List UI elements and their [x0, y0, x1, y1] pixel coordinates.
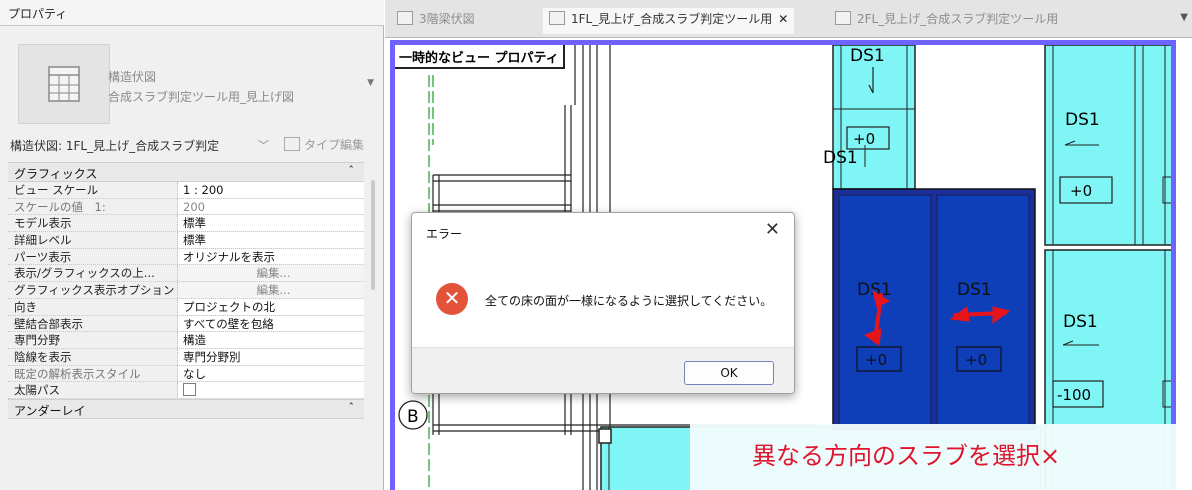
- plan-view-icon: [549, 11, 565, 25]
- tab-overflow-icon[interactable]: ▼: [1180, 12, 1188, 23]
- instance-row: 構造伏図: 1FL_見上げ_合成スラブ判定 ﹀ タイプ編集: [8, 134, 376, 156]
- close-icon[interactable]: ✕: [765, 219, 780, 240]
- instance-selector[interactable]: 構造伏図: 1FL_見上げ_合成スラブ判定: [8, 134, 272, 156]
- type-selector[interactable]: 構造伏図 合成スラブ判定ツール用_見上げ図 ▼: [8, 40, 376, 126]
- type-edit-icon: [284, 137, 300, 151]
- property-value[interactable]: 標準: [178, 215, 364, 232]
- property-name: パーツ表示: [8, 248, 178, 265]
- property-name: 詳細レベル: [8, 232, 178, 248]
- property-row[interactable]: モデル表示 標準: [8, 215, 364, 233]
- ok-button[interactable]: OK: [684, 361, 774, 385]
- grid-bubble-label: B: [407, 407, 419, 427]
- group-graphics-label: グラフィックス: [14, 167, 98, 181]
- type-name: 合成スラブ判定ツール用_見上げ図: [108, 90, 295, 104]
- caption-text: 異なる方向のスラブを選択×: [752, 442, 1061, 470]
- property-name: 表示/グラフィックスの上...: [8, 265, 178, 282]
- slab-level: +0: [1070, 182, 1092, 200]
- collapse-icon[interactable]: ˆ: [349, 401, 355, 414]
- property-name: ビュー スケール: [8, 182, 178, 198]
- property-value[interactable]: オリジナルを表示: [178, 248, 364, 265]
- edit-graphic-options-button[interactable]: 編集...: [178, 282, 364, 298]
- type-edit-button[interactable]: タイプ編集: [284, 135, 380, 155]
- properties-title: プロパティ: [0, 0, 384, 26]
- scrollbar-thumb[interactable]: [371, 180, 375, 290]
- collapse-icon[interactable]: ˆ: [349, 164, 355, 177]
- property-value[interactable]: なし: [178, 365, 364, 382]
- property-name: 既定の解析表示スタイル: [8, 365, 178, 382]
- property-row[interactable]: グラフィックス表示オプション 編集...: [8, 282, 364, 299]
- slab-right-top[interactable]: [1044, 45, 1171, 246]
- property-value[interactable]: 構造: [178, 332, 364, 348]
- property-value: 200: [178, 198, 364, 215]
- property-value[interactable]: 1 : 200: [178, 182, 364, 198]
- error-icon: ✕: [436, 283, 468, 315]
- property-name: モデル表示: [8, 215, 178, 232]
- property-name: 太陽パス: [8, 382, 178, 398]
- slab-level: +0: [853, 130, 875, 148]
- tab-label: 3階梁伏図: [419, 12, 475, 26]
- structural-plan-icon: [18, 44, 110, 124]
- instance-selector-label: 構造伏図: 1FL_見上げ_合成スラブ判定: [10, 139, 220, 153]
- property-name: 専門分野: [8, 332, 178, 348]
- property-row[interactable]: 陰線を表示 専門分野別: [8, 348, 364, 366]
- slab-level: +0: [965, 351, 987, 369]
- slab-label: DS1: [1065, 110, 1100, 130]
- property-row[interactable]: 表示/グラフィックスの上... 編集...: [8, 265, 364, 283]
- caption-box: 異なる方向のスラブを選択×: [690, 424, 1176, 490]
- group-graphics[interactable]: グラフィックス ˆ: [8, 162, 364, 182]
- temporary-view-properties-label: 一時的なビュー プロパティ: [395, 45, 565, 69]
- slab-label: DS1: [850, 46, 885, 66]
- property-row[interactable]: 壁結合部表示 すべての壁を包絡: [8, 315, 364, 333]
- chevron-down-icon[interactable]: ﹀: [258, 137, 269, 153]
- property-value[interactable]: 標準: [178, 232, 364, 248]
- property-name: グラフィックス表示オプション: [8, 282, 178, 298]
- property-table: グラフィックス ˆ ビュー スケール 1 : 200 スケールの値 1: 200…: [8, 162, 364, 419]
- property-name: 向き: [8, 298, 178, 315]
- property-value[interactable]: [178, 382, 364, 398]
- property-row[interactable]: 専門分野 構造: [8, 332, 364, 349]
- properties-panel: プロパティ 構造伏図 合成スラブ判定ツール用_見上げ図 ▼ 構造伏図: 1FL_…: [0, 0, 384, 490]
- dialog-title: エラー: [426, 227, 463, 241]
- error-dialog: エラー ✕ ✕ 全ての床の面が一様になるように選択してください。 OK: [411, 212, 795, 394]
- tab-2fl-view[interactable]: 2FL_見上げ_合成スラブ判定ツール用: [835, 10, 1058, 36]
- property-row[interactable]: 既定の解析表示スタイル なし: [8, 365, 364, 383]
- plan-view-icon: [397, 11, 413, 25]
- tab-3f-beam-plan[interactable]: 3階梁伏図: [397, 10, 475, 36]
- dialog-message: 全ての床の面が一様になるように選択してください。: [485, 294, 773, 308]
- slab-label: DS1: [957, 280, 992, 300]
- slab-level: +0: [865, 351, 887, 369]
- edit-visibility-button[interactable]: 編集...: [178, 265, 364, 282]
- view-tab-bar: 3階梁伏図 1FL_見上げ_合成スラブ判定ツール用 ✕ 2FL_見上げ_合成スラブ…: [385, 0, 1192, 38]
- sun-path-checkbox[interactable]: [183, 383, 196, 397]
- group-underlay[interactable]: アンダーレイ ˆ: [8, 398, 364, 419]
- plan-view-icon: [835, 11, 851, 25]
- tab-1fl-view[interactable]: 1FL_見上げ_合成スラブ判定ツール用 ✕: [543, 8, 795, 34]
- selected-slab-left[interactable]: [838, 194, 932, 426]
- property-name: 陰線を表示: [8, 348, 178, 365]
- property-name: 壁結合部表示: [8, 315, 178, 332]
- property-row[interactable]: スケールの値 1: 200: [8, 198, 364, 216]
- selected-slab-right[interactable]: [936, 194, 1030, 426]
- property-row[interactable]: パーツ表示 オリジナルを表示: [8, 248, 364, 266]
- property-row[interactable]: ビュー スケール 1 : 200: [8, 182, 364, 199]
- chevron-down-icon[interactable]: ▼: [367, 78, 374, 88]
- property-value[interactable]: プロジェクトの北: [178, 298, 364, 315]
- type-family-name: 構造伏図: [108, 70, 157, 84]
- property-value[interactable]: すべての壁を包絡: [178, 315, 364, 332]
- group-underlay-label: アンダーレイ: [14, 403, 86, 418]
- slab-label: DS1: [1063, 312, 1098, 332]
- property-value[interactable]: 専門分野別: [178, 348, 364, 365]
- tab-label: 1FL_見上げ_合成スラブ判定ツール用: [571, 12, 773, 26]
- slab-level: -100: [1057, 386, 1091, 404]
- type-edit-label: タイプ編集: [304, 138, 365, 152]
- property-row[interactable]: 詳細レベル 標準: [8, 232, 364, 249]
- close-icon[interactable]: ✕: [778, 12, 788, 26]
- property-row[interactable]: 太陽パス: [8, 382, 364, 399]
- property-row[interactable]: 向き プロジェクトの北: [8, 298, 364, 316]
- tab-label: 2FL_見上げ_合成スラブ判定ツール用: [857, 12, 1059, 26]
- property-name: スケールの値 1:: [8, 198, 178, 215]
- slab-label: DS1: [823, 148, 858, 168]
